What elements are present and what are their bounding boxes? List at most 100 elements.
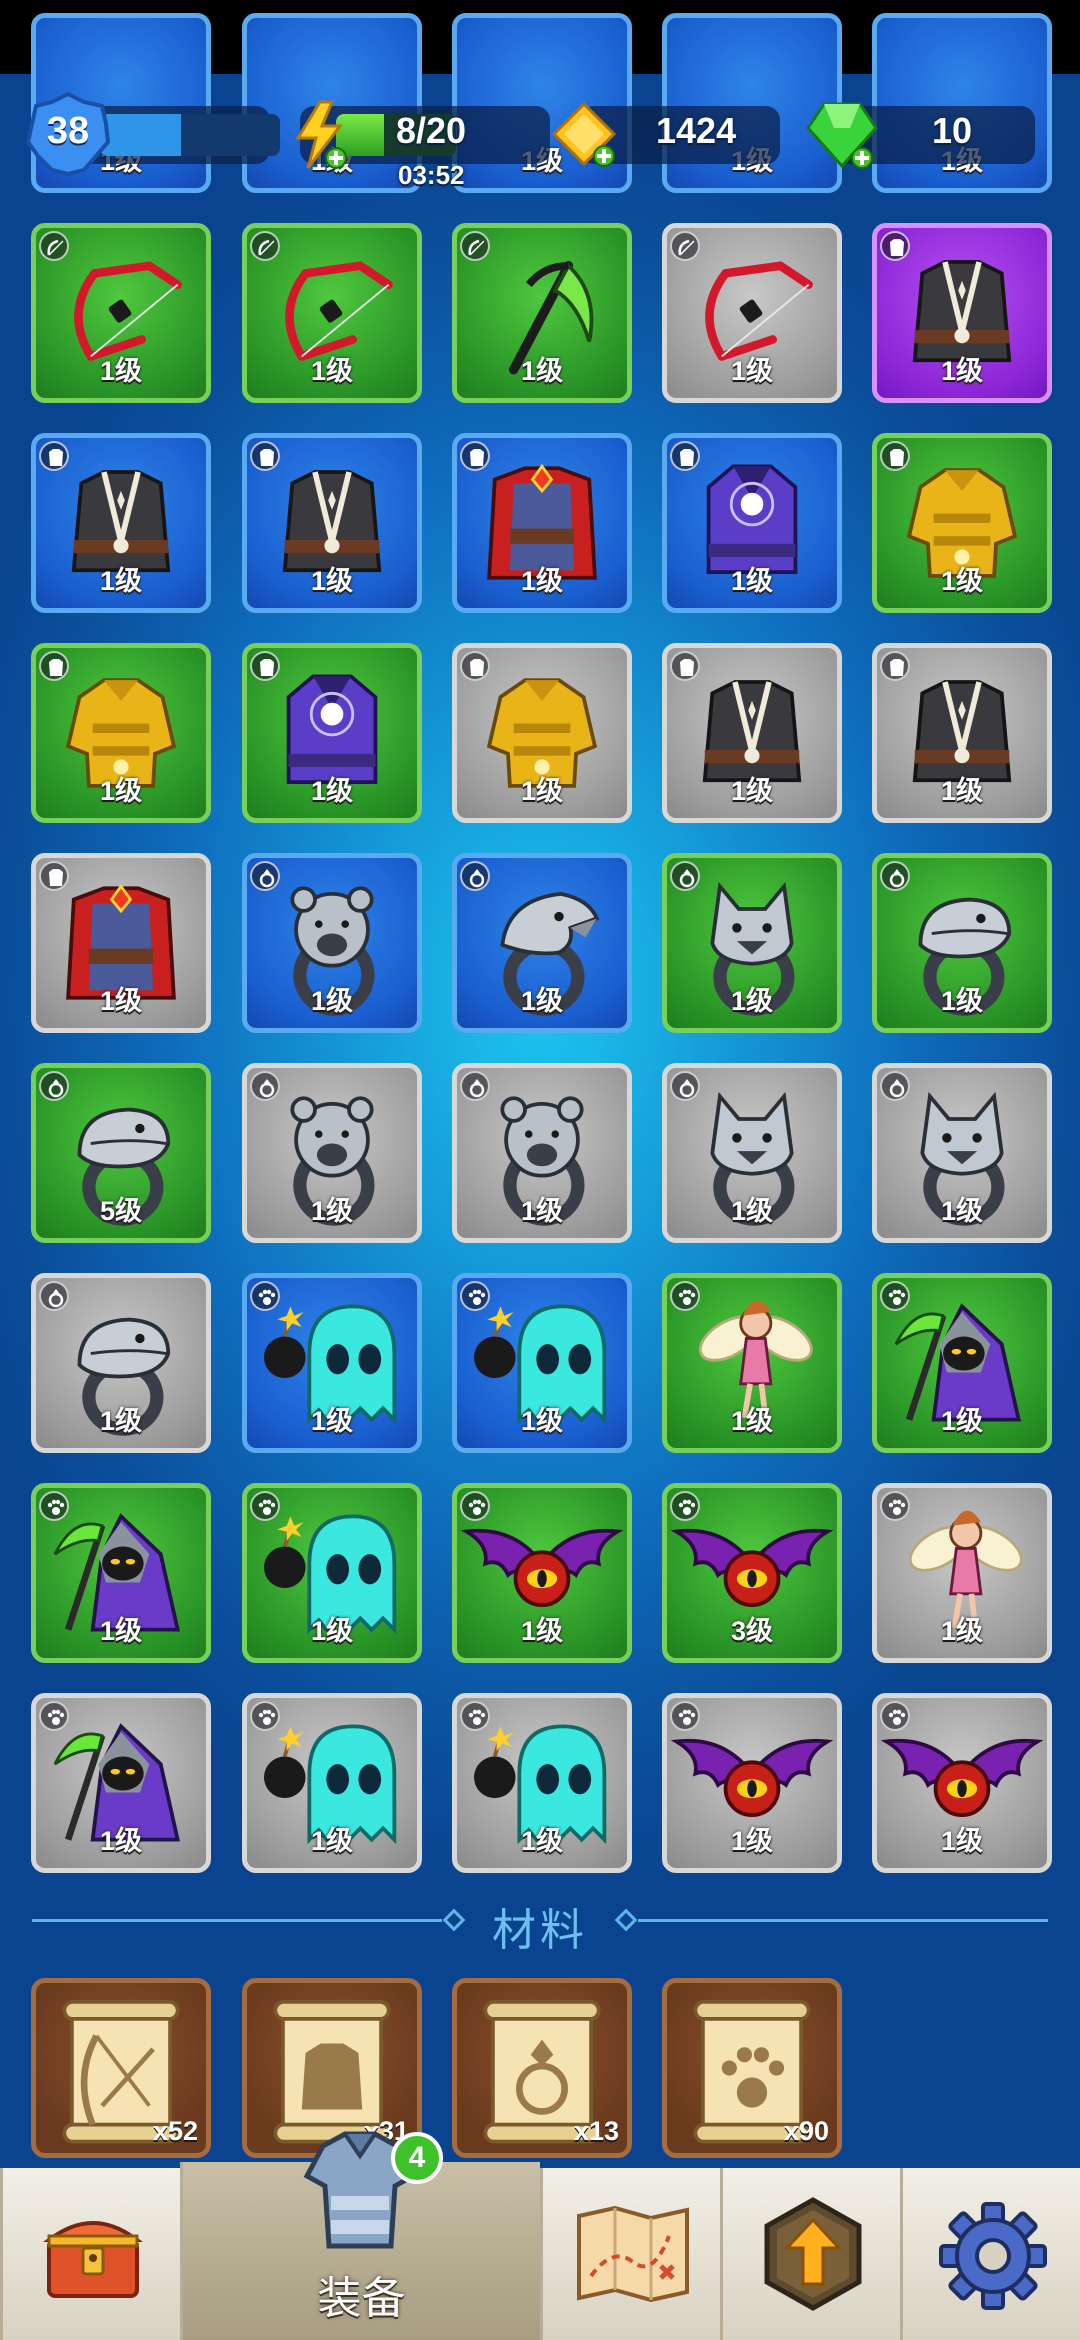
inventory-item-wolf-ring[interactable]: 1级: [662, 1063, 842, 1243]
nav-upgrade-tab[interactable]: [720, 2168, 900, 2340]
energy-timer: 03:52: [398, 160, 465, 190]
item-level: 1级: [730, 986, 774, 1016]
inventory-item-ghost[interactable]: 1级: [242, 1693, 422, 1873]
weapon-slot-icon: [670, 231, 700, 261]
bottom-nav: 4 装备: [0, 2131, 1080, 2340]
material-count: x90: [783, 2116, 829, 2146]
armor-slot-icon: [250, 651, 280, 681]
inventory-item-vest[interactable]: 1级: [872, 643, 1052, 823]
inventory-item-snake-ring[interactable]: 1级: [872, 853, 1052, 1033]
inventory-item-wolf-ring[interactable]: 1级: [662, 853, 842, 1033]
item-level: 1级: [310, 986, 354, 1016]
item-level: 3级: [730, 1616, 774, 1646]
inventory-item-fairy[interactable]: 1级: [872, 1483, 1052, 1663]
inventory-item-vest[interactable]: 1级: [31, 433, 211, 613]
item-level: 1级: [940, 1406, 984, 1436]
inventory-item-snake-ring[interactable]: 5级: [31, 1063, 211, 1243]
divider-line-right: [638, 1919, 1048, 1922]
pet-slot-icon: [39, 1491, 69, 1521]
inventory-item-gold-armor[interactable]: 1级: [452, 643, 632, 823]
item-level: 1级: [520, 986, 564, 1016]
pet-slot-icon: [670, 1491, 700, 1521]
ring-slot-icon: [39, 1071, 69, 1101]
inventory-item-bat[interactable]: 1级: [452, 1483, 632, 1663]
nav-equipment-tab[interactable]: 4 装备: [180, 2131, 540, 2340]
inventory-item-bat[interactable]: 1级: [872, 1693, 1052, 1873]
nav-settings-tab[interactable]: [900, 2168, 1080, 2340]
materials-title: 材料: [492, 1905, 588, 1956]
inventory-item-bow[interactable]: 1级: [662, 223, 842, 403]
equipment-badge: 4: [391, 2132, 443, 2184]
pet-slot-icon: [250, 1281, 280, 1311]
item-level: 1级: [520, 1406, 564, 1436]
nav-chest-tab[interactable]: [0, 2168, 180, 2340]
inventory-item-ghost[interactable]: 1级: [452, 1273, 632, 1453]
energy-bolt-icon[interactable]: [290, 100, 350, 170]
inventory-item-snake-ring[interactable]: 1级: [31, 1273, 211, 1453]
inventory-item-red-robe[interactable]: 1级: [452, 433, 632, 613]
gold-count: 1424: [656, 110, 737, 151]
nav-map-tab[interactable]: [540, 2168, 720, 2340]
pet-slot-icon: [460, 1701, 490, 1731]
inventory-item-bear-ring[interactable]: 1级: [242, 853, 422, 1033]
gold-icon[interactable]: [548, 100, 620, 170]
item-level: 1级: [520, 1616, 564, 1646]
inventory-item-vest[interactable]: 1级: [242, 433, 422, 613]
inventory-item-bear-ring[interactable]: 1级: [452, 1063, 632, 1243]
inventory-item-gold-armor[interactable]: 1级: [872, 433, 1052, 613]
inventory-item-scythe[interactable]: 1级: [452, 223, 632, 403]
xp-bar: [100, 114, 280, 156]
material-item[interactable]: x52: [31, 1978, 211, 2158]
armor-slot-icon: [670, 651, 700, 681]
gem-icon[interactable]: [802, 98, 882, 172]
inventory-item-eagle-ring[interactable]: 1级: [452, 853, 632, 1033]
gear-icon: [939, 2202, 1047, 2310]
material-item[interactable]: x90: [662, 1978, 842, 2158]
item-level: 1级: [730, 1826, 774, 1856]
ring-slot-icon: [250, 1071, 280, 1101]
inventory-item-bear-ring[interactable]: 1级: [242, 1063, 422, 1243]
inventory-item-bat[interactable]: 1级: [662, 1693, 842, 1873]
inventory-item-bow[interactable]: 1级: [242, 223, 422, 403]
inventory-item-ghost[interactable]: 1级: [452, 1693, 632, 1873]
item-level: 1级: [940, 986, 984, 1016]
item-level: 1级: [940, 1196, 984, 1226]
inventory-item-vest[interactable]: 1级: [872, 223, 1052, 403]
armor-slot-icon: [670, 441, 700, 471]
inventory-item-fairy[interactable]: 1级: [662, 1273, 842, 1453]
inventory-item-reaper[interactable]: 1级: [31, 1693, 211, 1873]
material-item[interactable]: x13: [452, 1978, 632, 2158]
inventory-item-bat[interactable]: 3级: [662, 1483, 842, 1663]
gem-count: 10: [932, 110, 973, 151]
armor-slot-icon: [460, 651, 490, 681]
item-level: 1级: [730, 356, 774, 386]
inventory-item-wolf-ring[interactable]: 1级: [872, 1063, 1052, 1243]
armor-slot-icon: [250, 441, 280, 471]
ring-slot-icon: [39, 1281, 69, 1311]
pet-slot-icon: [39, 1701, 69, 1731]
player-level: 38: [46, 110, 90, 152]
inventory-item-mage-robe[interactable]: 1级: [662, 433, 842, 613]
inventory-item-gold-armor[interactable]: 1级: [31, 643, 211, 823]
item-level: 1级: [520, 1826, 564, 1856]
map-icon: [577, 2206, 689, 2302]
xp-bar-fill: [100, 114, 181, 156]
inventory-item-bow[interactable]: 1级: [31, 223, 211, 403]
item-level: 1级: [310, 1616, 354, 1646]
inventory-item-reaper[interactable]: 1级: [872, 1273, 1052, 1453]
item-level: 1级: [99, 1826, 143, 1856]
inventory-item-reaper[interactable]: 1级: [31, 1483, 211, 1663]
item-level: 1级: [99, 986, 143, 1016]
item-level: 1级: [520, 566, 564, 596]
inventory-item-ghost[interactable]: 1级: [242, 1483, 422, 1663]
inventory-item-vest[interactable]: 1级: [662, 643, 842, 823]
inventory-item-red-robe[interactable]: 1级: [31, 853, 211, 1033]
inventory-item-mage-robe[interactable]: 1级: [242, 643, 422, 823]
inventory-screen: 1级 1级 1级 1级 1级 38 8/20 03:52 1424: [0, 0, 1080, 2340]
inventory-item-ghost[interactable]: 1级: [242, 1273, 422, 1453]
item-level: 1级: [730, 1406, 774, 1436]
item-level: 1级: [520, 356, 564, 386]
player-level-badge[interactable]: 38: [26, 92, 110, 176]
ring-slot-icon: [880, 1071, 910, 1101]
item-level: 1级: [310, 356, 354, 386]
